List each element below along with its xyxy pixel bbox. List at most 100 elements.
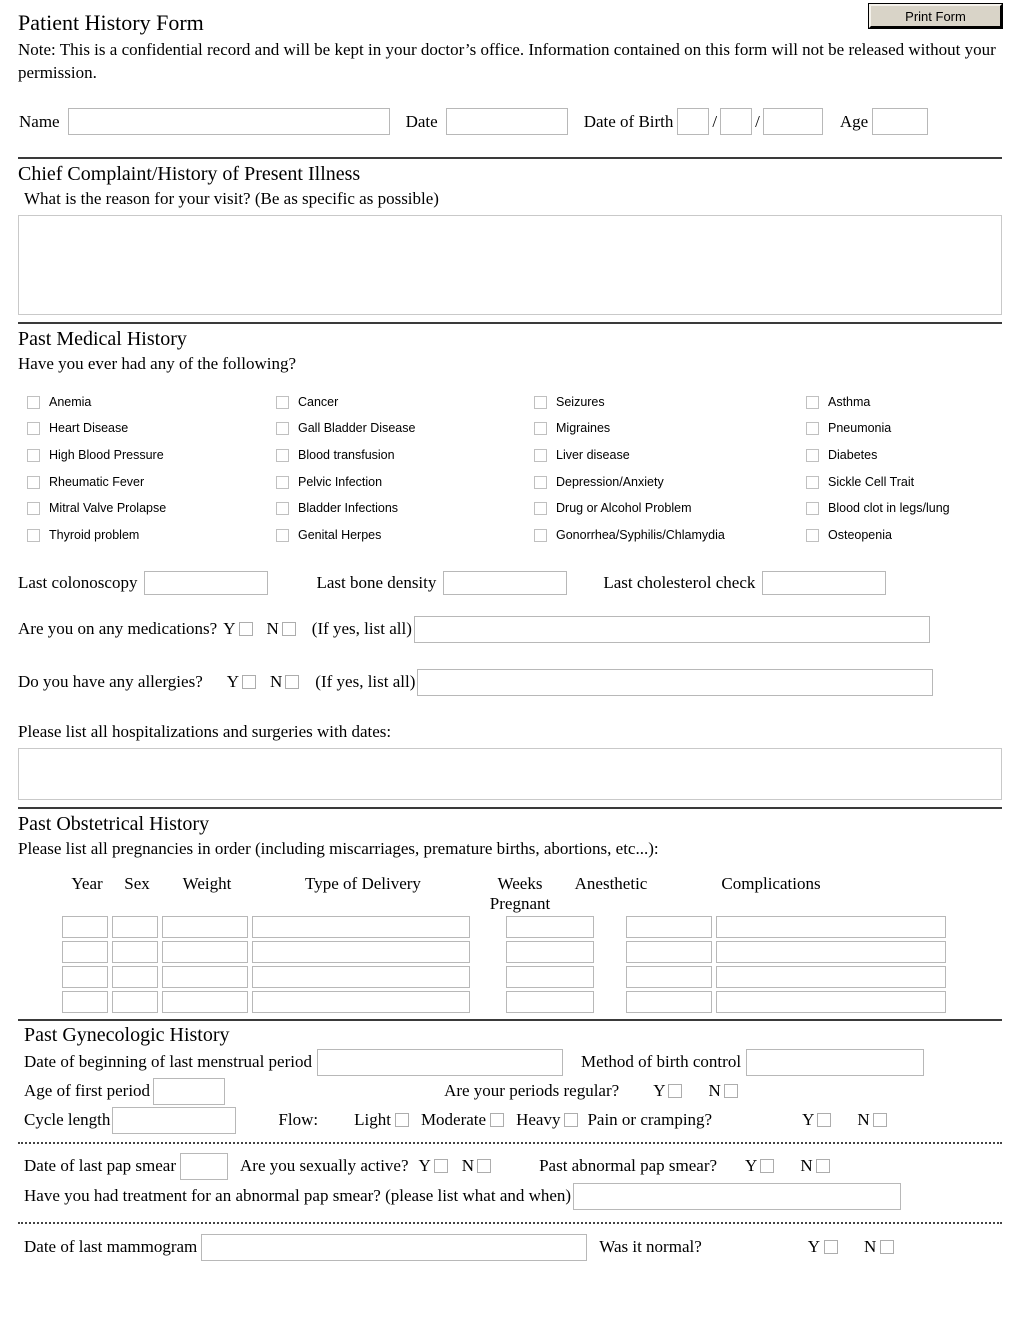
checkbox-allergies-no[interactable] [285, 675, 300, 690]
checkbox-mitral-valve-prolapse[interactable] [27, 502, 40, 516]
checkbox-genital-herpes[interactable] [276, 528, 289, 542]
checkbox-periods-regular-no[interactable] [723, 1084, 738, 1099]
condition-item[interactable]: Liver disease [534, 442, 806, 469]
checkbox-seizures[interactable] [534, 395, 547, 409]
hospitalizations-textarea[interactable] [18, 747, 1002, 800]
condition-item[interactable]: Anemia [27, 389, 276, 416]
pregnancy-weeks-input[interactable] [506, 915, 594, 938]
pregnancy-weight-input[interactable] [162, 940, 248, 963]
condition-item[interactable]: Cancer [276, 389, 534, 416]
condition-item[interactable]: Seizures [534, 389, 806, 416]
checkbox-sexually-active-no[interactable] [477, 1159, 492, 1174]
checkbox-mammogram-normal-no[interactable] [880, 1240, 895, 1255]
date-input[interactable] [445, 108, 568, 135]
pregnancy-year-input[interactable] [62, 915, 108, 938]
checkbox-allergies-yes[interactable] [242, 675, 257, 690]
pregnancy-sex-input[interactable] [112, 965, 158, 988]
name-input[interactable] [67, 108, 390, 135]
pregnancy-complications-input[interactable] [716, 915, 946, 938]
checkbox-anemia[interactable] [27, 395, 40, 409]
pregnancy-delivery-type-input[interactable] [252, 915, 470, 938]
dob-month-input[interactable] [677, 108, 710, 135]
pregnancy-anesthetic-input[interactable] [626, 940, 712, 963]
pap-date-input[interactable] [180, 1152, 228, 1180]
pregnancy-weight-input[interactable] [162, 965, 248, 988]
condition-item[interactable]: Depression/Anxiety [534, 469, 806, 496]
pregnancy-anesthetic-input[interactable] [626, 915, 712, 938]
condition-item[interactable]: Thyroid problem [27, 522, 276, 549]
checkbox-blood-transfusion[interactable] [276, 448, 289, 462]
medications-list-input[interactable] [413, 615, 930, 643]
checkbox-flow-heavy[interactable] [564, 1113, 579, 1128]
checkbox-abnormal-pap-yes[interactable] [760, 1159, 775, 1174]
pregnancy-delivery-type-input[interactable] [252, 965, 470, 988]
condition-item[interactable]: Asthma [806, 389, 950, 416]
print-form-button[interactable]: Print Form [868, 3, 1003, 29]
checkbox-thyroid-problem[interactable] [27, 528, 40, 542]
checkbox-blood-clot-in-legs-lung[interactable] [806, 502, 819, 516]
checkbox-flow-moderate[interactable] [490, 1113, 505, 1128]
pregnancy-weeks-input[interactable] [506, 965, 594, 988]
checkbox-abnormal-pap-no[interactable] [815, 1159, 830, 1174]
checkbox-medications-yes[interactable] [238, 622, 253, 637]
checkbox-sickle-cell-trait[interactable] [806, 475, 819, 489]
checkbox-diabetes[interactable] [806, 448, 819, 462]
checkbox-depression-anxiety[interactable] [534, 475, 547, 489]
cycle-length-input[interactable] [112, 1106, 237, 1134]
checkbox-periods-regular-yes[interactable] [668, 1084, 683, 1099]
pap-treatment-input[interactable] [573, 1182, 902, 1210]
pregnancy-sex-input[interactable] [112, 990, 158, 1013]
checkbox-heart-disease[interactable] [27, 422, 40, 436]
pregnancy-weeks-input[interactable] [506, 940, 594, 963]
condition-item[interactable]: Genital Herpes [276, 522, 534, 549]
dob-year-input[interactable] [762, 108, 823, 135]
pregnancy-complications-input[interactable] [716, 940, 946, 963]
checkbox-bladder-infections[interactable] [276, 502, 289, 516]
checkbox-pneumonia[interactable] [806, 422, 819, 436]
pregnancy-complications-input[interactable] [716, 965, 946, 988]
age-input[interactable] [872, 108, 929, 135]
pregnancy-anesthetic-input[interactable] [626, 990, 712, 1013]
pregnancy-anesthetic-input[interactable] [626, 965, 712, 988]
checkbox-sexually-active-yes[interactable] [433, 1159, 448, 1174]
lmp-input[interactable] [316, 1048, 563, 1076]
condition-item[interactable]: Pelvic Infection [276, 469, 534, 496]
checkbox-cancer[interactable] [276, 395, 289, 409]
condition-item[interactable]: Bladder Infections [276, 495, 534, 522]
checkbox-migraines[interactable] [534, 422, 547, 436]
condition-item[interactable]: Osteopenia [806, 522, 950, 549]
checkbox-asthma[interactable] [806, 395, 819, 409]
condition-item[interactable]: High Blood Pressure [27, 442, 276, 469]
pregnancy-sex-input[interactable] [112, 915, 158, 938]
mammogram-input[interactable] [201, 1233, 588, 1261]
last-bone-density-input[interactable] [443, 570, 568, 595]
condition-item[interactable]: Blood clot in legs/lung [806, 495, 950, 522]
condition-item[interactable]: Gall Bladder Disease [276, 416, 534, 443]
birth-control-input[interactable] [746, 1048, 925, 1076]
checkbox-medications-no[interactable] [281, 622, 296, 637]
checkbox-mammogram-normal-yes[interactable] [824, 1240, 839, 1255]
condition-item[interactable]: Sickle Cell Trait [806, 469, 950, 496]
checkbox-pain-yes[interactable] [817, 1113, 832, 1128]
chief-complaint-textarea[interactable] [18, 215, 1002, 315]
checkbox-drug-or-alcohol-problem[interactable] [534, 502, 547, 516]
condition-item[interactable]: Heart Disease [27, 416, 276, 443]
pregnancy-weight-input[interactable] [162, 915, 248, 938]
condition-item[interactable]: Rheumatic Fever [27, 469, 276, 496]
pregnancy-sex-input[interactable] [112, 940, 158, 963]
pregnancy-year-input[interactable] [62, 940, 108, 963]
checkbox-pelvic-infection[interactable] [276, 475, 289, 489]
checkbox-gonorrhea-syphilis-chlamydia[interactable] [534, 528, 547, 542]
first-period-input[interactable] [153, 1077, 226, 1105]
condition-item[interactable]: Mitral Valve Prolapse [27, 495, 276, 522]
last-cholesterol-input[interactable] [762, 570, 887, 595]
condition-item[interactable]: Blood transfusion [276, 442, 534, 469]
checkbox-flow-light[interactable] [394, 1113, 409, 1128]
condition-item[interactable]: Drug or Alcohol Problem [534, 495, 806, 522]
dob-day-input[interactable] [720, 108, 753, 135]
condition-item[interactable]: Pneumonia [806, 416, 950, 443]
condition-item[interactable]: Migraines [534, 416, 806, 443]
checkbox-rheumatic-fever[interactable] [27, 475, 40, 489]
pregnancy-delivery-type-input[interactable] [252, 990, 470, 1013]
checkbox-gall-bladder-disease[interactable] [276, 422, 289, 436]
